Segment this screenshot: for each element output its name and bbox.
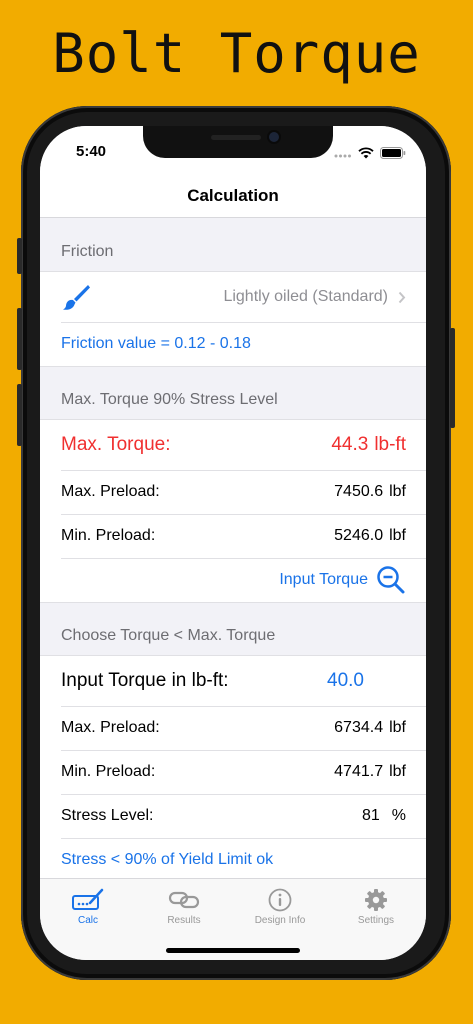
status-time: 5:40 [76,143,107,160]
input-torque-field[interactable]: 40.0 [327,670,364,692]
tab-design-info[interactable]: Design Info [232,885,328,926]
speaker [211,135,261,140]
camera [269,132,279,142]
min-preload-unit: lbf [389,527,406,544]
tab-settings-label: Settings [357,915,395,926]
min-preload-label: Min. Preload: [61,527,156,544]
friction-value-row: Friction value = 0.12 - 0.18 [40,322,426,366]
tab-design-info-label: Design Info [254,915,306,926]
chosen-min-preload-row: Min. Preload: 4741.7 lbf [40,750,426,794]
chosen-max-preload-label: Max. Preload: [61,719,160,736]
calc-icon [40,885,136,915]
home-indicator[interactable] [166,948,300,953]
stress-level-unit: % [391,807,406,824]
max-torque-group: Max. Torque: 44.3 lb-ft Max. Preload: 74… [40,419,426,603]
friction-group: Lightly oiled (Standard) Friction value … [40,271,426,367]
chosen-min-preload-value: 4741.7 [334,763,384,780]
stress-note-row: Stress < 90% of Yield Limit ok [40,838,426,882]
side-button-mute [17,238,22,274]
side-button-volume-up [17,308,22,370]
gear-icon [328,885,424,915]
stress-level-label: Stress Level: [61,807,154,824]
max-preload-row: Max. Preload: 7450.6 lbf [40,470,426,514]
chosen-min-preload-label: Min. Preload: [61,763,156,780]
chosen-max-preload-unit: lbf [389,719,406,736]
friction-section-header: Friction [61,243,114,260]
side-button-volume-down [17,384,22,446]
wifi-icon [358,146,374,164]
max-torque-unit: lb-ft [374,434,406,455]
notch [143,126,333,158]
tab-calc[interactable]: Calc [40,885,136,926]
cellular-signal-icon [334,146,352,164]
promo-title: Bolt Torque [52,22,421,85]
input-torque-label: Input Torque in lb-ft: [61,670,229,691]
nav-title: Calculation [187,186,279,205]
friction-value-note: Friction value = 0.12 - 0.18 [61,335,251,352]
tab-calc-label: Calc [77,915,98,926]
input-torque-row[interactable]: Input Torque [40,558,426,602]
max-preload-unit: lbf [389,483,406,500]
link-icon [136,885,232,915]
chevron-right-icon [398,291,406,304]
max-torque-label: Max. Torque: [61,434,171,455]
max-torque-row: Max. Torque: 44.3 lb-ft [40,420,426,470]
screen: 5:40 Calculation Friction Lightly oiled … [40,126,426,960]
max-preload-value: 7450.6 [334,483,384,500]
chosen-max-preload-value: 6734.4 [334,719,384,736]
min-preload-row: Min. Preload: 5246.0 lbf [40,514,426,558]
max-torque-value: 44.3 [331,434,369,455]
tab-settings[interactable]: Settings [328,885,424,926]
input-torque-field-row[interactable]: Input Torque in lb-ft: 40.0 [40,656,426,706]
chosen-max-preload-row: Max. Preload: 6734.4 lbf [40,706,426,750]
min-preload-value: 5246.0 [334,527,384,544]
navigation-bar: Calculation [40,174,426,218]
stress-level-value: 81 [361,807,380,824]
friction-selection-value: Lightly oiled (Standard) [223,288,388,305]
tab-results-label: Results [167,915,201,926]
choose-torque-group: Input Torque in lb-ft: 40.0 Max. Preload… [40,655,426,883]
choose-torque-section-header: Choose Torque < Max. Torque [61,627,276,644]
input-torque-link[interactable]: Input Torque [279,571,368,589]
calculation-content: Friction Lightly oiled (Standard) Fricti… [40,219,426,883]
paintbrush-icon [61,282,91,312]
tab-results[interactable]: Results [136,885,232,926]
stress-note: Stress < 90% of Yield Limit ok [61,851,274,868]
max-torque-section-header: Max. Torque 90% Stress Level [61,391,278,408]
friction-selector-row[interactable]: Lightly oiled (Standard) [40,272,426,322]
tab-bar: Calc Results Design Info Settings [40,878,426,960]
battery-icon [380,146,406,164]
info-icon [232,885,328,915]
magnifier-icon[interactable] [376,565,406,595]
side-button-power [450,328,455,428]
chosen-min-preload-unit: lbf [389,763,406,780]
stress-level-row: Stress Level: 81 % [40,794,426,838]
max-preload-label: Max. Preload: [61,483,160,500]
status-icons [334,146,406,164]
